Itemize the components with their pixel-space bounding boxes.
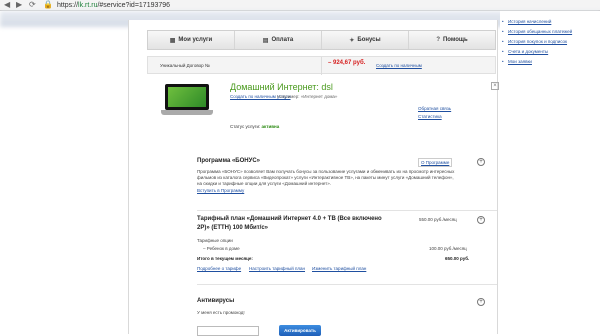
main-page: ▦ Мои услуги ▤ Оплата ✦ Бонусы ? Помощь Уник… <box>128 20 499 336</box>
tab-my-services[interactable]: ▦ Мои услуги <box>148 31 235 49</box>
url-prefix: https:// <box>57 2 79 9</box>
gift-icon: ✦ <box>349 37 355 44</box>
activate-button[interactable]: Активировать <box>279 325 321 336</box>
tariff-section: Тарифный план «Домашний Интернет 4.0 + Т… <box>197 216 497 284</box>
address-bar[interactable]: ◀ ▶ ⟳ 🔒 https://lk.rt.ru/#service?id=171… <box>0 0 600 11</box>
side-menu-item[interactable]: История начислений <box>502 19 551 24</box>
side-menu-item[interactable]: История покупок и подписок <box>502 39 567 44</box>
url-path: /#service?id=17193796 <box>97 2 171 9</box>
tariff-title-line2: 2Р)» (ETTH) 100 Мбит/с» <box>197 225 269 231</box>
reload-icon[interactable]: ⟳ <box>29 1 36 9</box>
tab-label: Мои услуги <box>178 37 213 43</box>
lock-icon: 🔒 <box>43 0 53 9</box>
expand-icon[interactable]: + <box>477 158 485 166</box>
total-label: Итого в текущем месяце: <box>197 256 253 261</box>
help-icon: ? <box>436 37 440 43</box>
option-item: – Ребенок в доме <box>203 246 240 251</box>
bonus-title: Программа «БОНУС» <box>197 158 260 164</box>
total-value: 650.00 руб. <box>445 256 470 261</box>
tab-label: Бонусы <box>357 37 381 43</box>
antivirus-title: Антивирусы <box>197 298 235 304</box>
option-price: 100.00 руб./месяц <box>429 246 467 251</box>
tab-label: Помощь <box>442 37 468 43</box>
service-card: Домашний Интернет: dsl Создать по наличн… <box>147 82 499 152</box>
antivirus-section: Антивирусы + У меня есть промокод! Актив… <box>197 297 497 336</box>
promo-code-input[interactable] <box>197 326 259 336</box>
main-tabs: ▦ Мои услуги ▤ Оплата ✦ Бонусы ? Помощь <box>147 30 496 50</box>
bonus-description: Программа «БОНУС» позволяет Вам получать… <box>197 169 455 186</box>
join-program-link[interactable]: Вступить в Программу <box>197 188 244 193</box>
configure-tariff-link[interactable]: Настроить тарифный план <box>249 266 305 271</box>
status-label: Статус услуги: <box>230 124 261 129</box>
forward-icon[interactable]: ▶ <box>16 1 22 9</box>
bonus-section: Программа «БОНУС» О Программе + Программ… <box>197 158 497 218</box>
service-status: Статус услуги: активна <box>230 124 279 129</box>
feedback-link[interactable]: Обратная связь <box>418 106 451 111</box>
divider <box>321 57 322 75</box>
side-menu-item[interactable]: Счета и документы <box>502 49 548 54</box>
side-menu-item[interactable]: Мои заявки <box>502 59 532 64</box>
tariff-price: 550.00 руб./месяц <box>419 217 457 222</box>
side-menu-item[interactable]: История обещанных платежей <box>502 29 572 34</box>
side-menu: История начислений История обещанных пла… <box>500 11 600 81</box>
divider <box>197 284 497 285</box>
expand-icon[interactable]: + <box>477 216 485 224</box>
url-text[interactable]: https://lk.rt.ru/#service?id=17193796 <box>57 0 170 11</box>
tab-bonuses[interactable]: ✦ Бонусы <box>322 31 409 49</box>
close-icon[interactable]: × <box>491 82 499 90</box>
url-host: lk.rt.ru <box>78 2 98 9</box>
tariff-details-link[interactable]: Подробнее о тарифе <box>197 266 241 271</box>
divider <box>197 210 497 211</box>
options-label: Тарифные опции <box>197 238 233 243</box>
option-name: Ребенок в доме <box>206 246 240 251</box>
back-icon[interactable]: ◀ <box>4 1 10 9</box>
service-name: Домашний Интернет: dsl <box>230 82 333 92</box>
account-bar: Уникальный Договор № – 924,67 руб. Созда… <box>147 56 496 75</box>
services-icon: ▦ <box>169 37 176 44</box>
change-tariff-link[interactable]: Изменить тарифный план <box>312 266 366 271</box>
statistics-link[interactable]: Статистика <box>418 114 442 119</box>
laptop-icon <box>161 84 213 116</box>
promo-label: У меня есть промокод! <box>197 310 245 315</box>
account-number-label: Уникальный Договор № <box>160 63 210 68</box>
balance-value: – 924,67 руб. <box>328 60 366 66</box>
wallet-icon: ▤ <box>262 37 269 44</box>
status-value: активна <box>261 124 280 129</box>
tab-payment[interactable]: ▤ Оплата <box>235 31 322 49</box>
tab-label: Оплата <box>271 37 294 43</box>
tariff-title-line1: Тарифный план «Домашний Интернет 4.0 + Т… <box>197 216 382 222</box>
tab-help[interactable]: ? Помощь <box>409 31 495 49</box>
service-hint: Например: «Интернет дома» <box>277 94 338 99</box>
expand-icon[interactable]: + <box>477 298 485 306</box>
pay-link[interactable]: Создать по наличным <box>376 63 422 68</box>
about-program-link[interactable]: О Программе <box>418 158 453 167</box>
